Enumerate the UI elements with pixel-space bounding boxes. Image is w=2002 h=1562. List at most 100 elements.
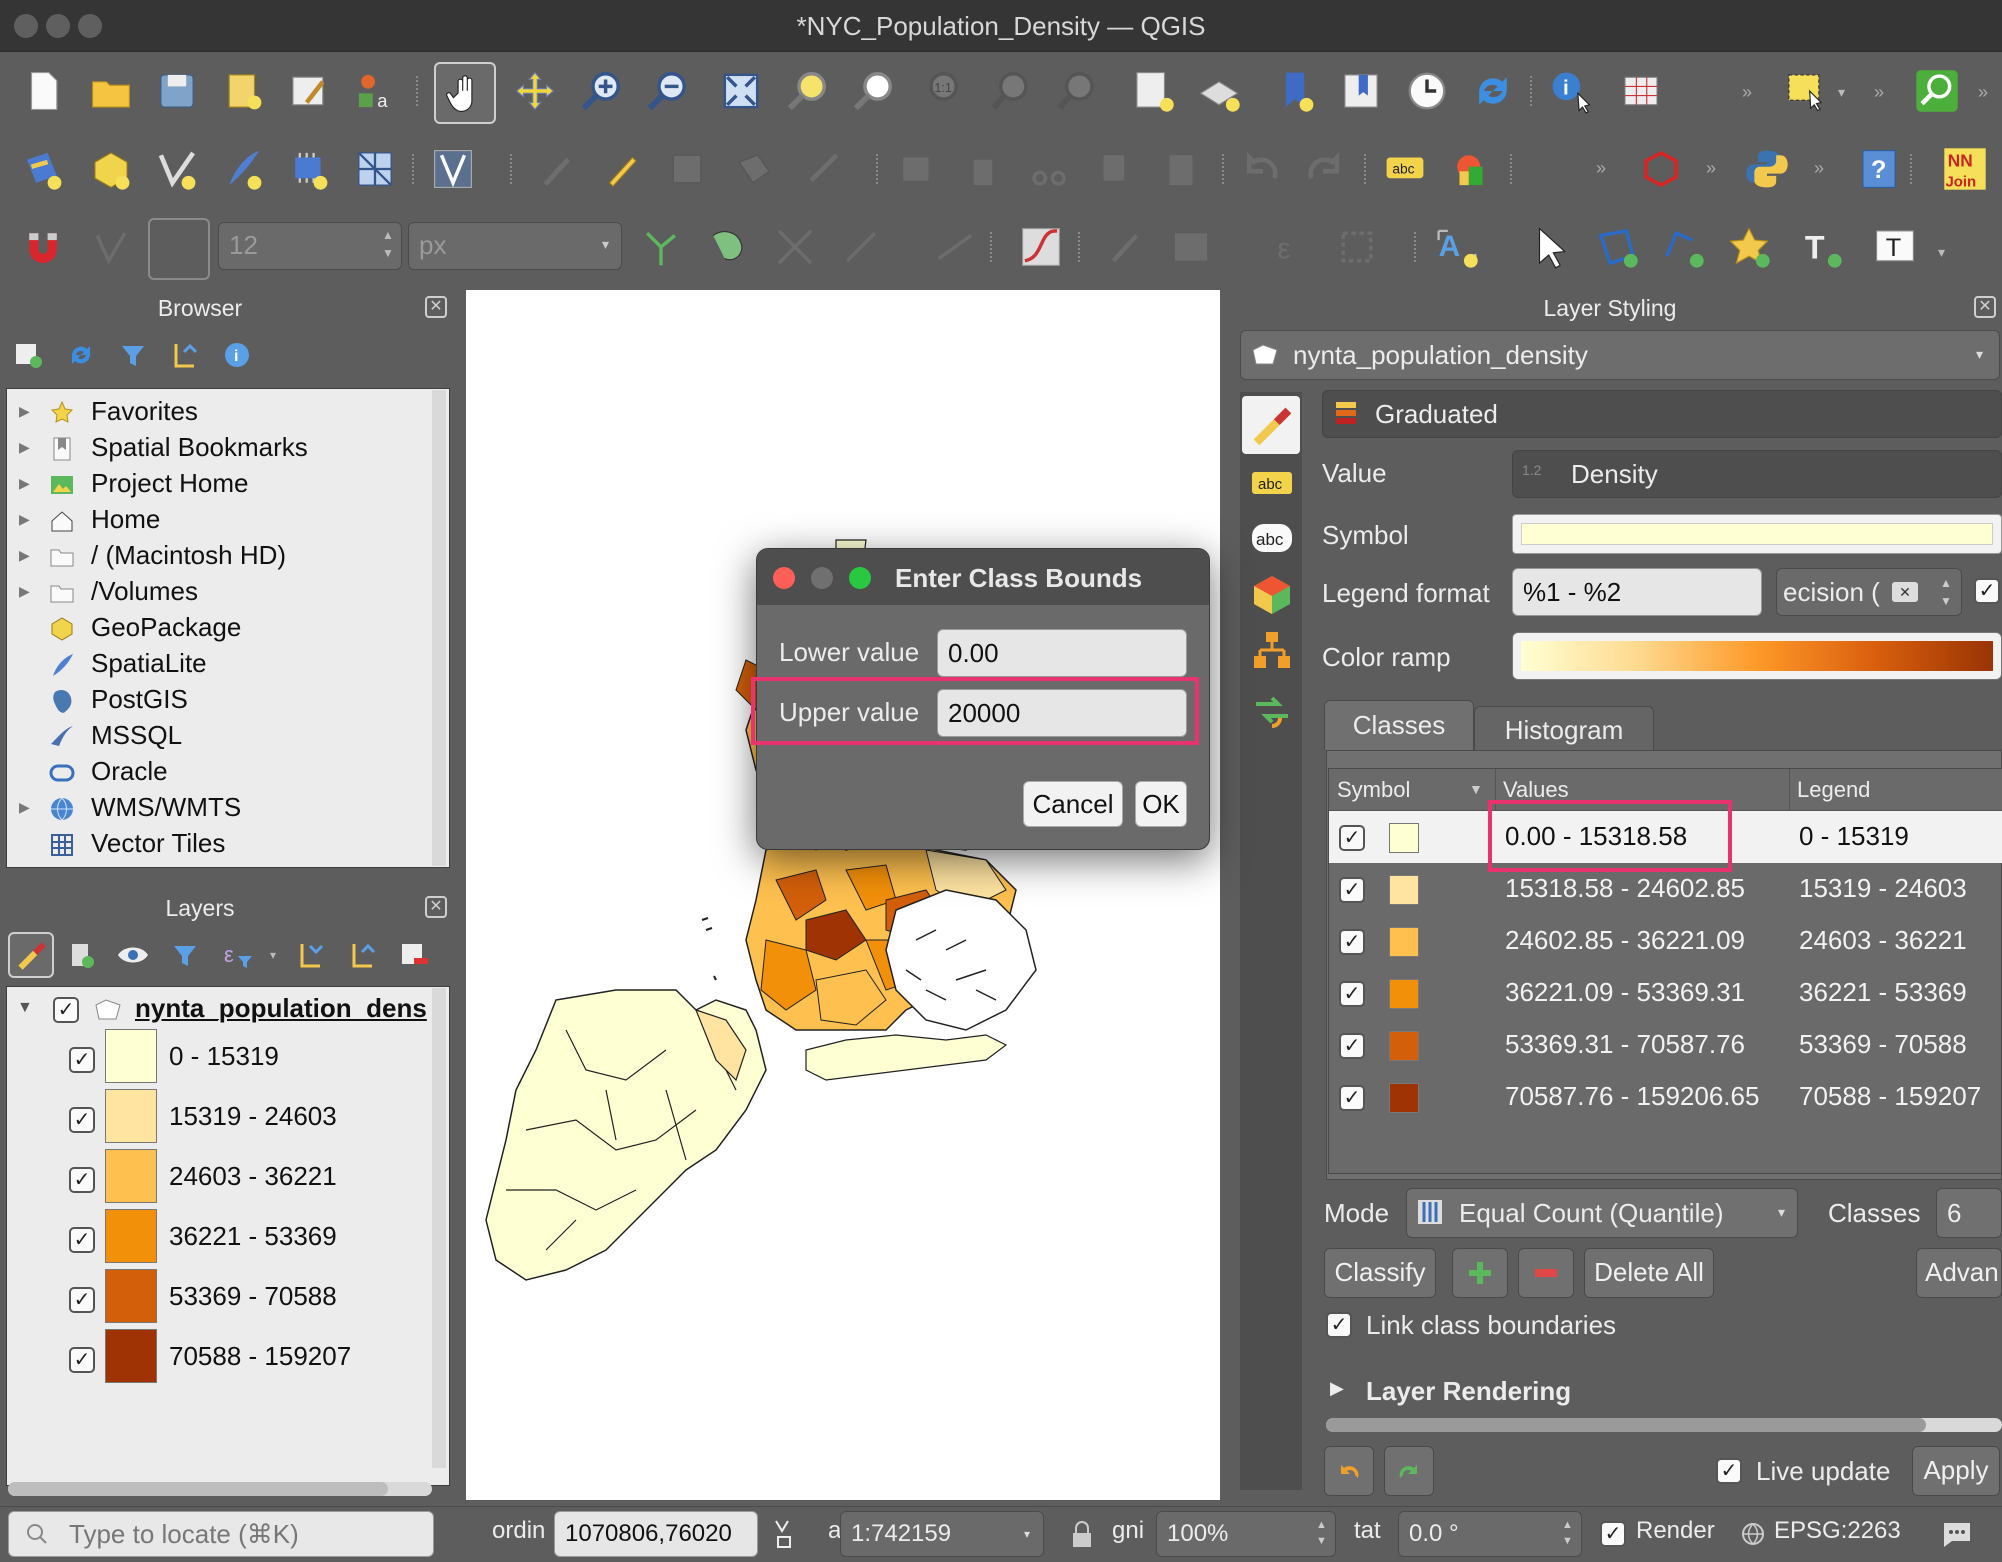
new-map-view-icon[interactable]: [1128, 66, 1178, 116]
class-values[interactable]: 36221.09 - 53369.31: [1505, 977, 1745, 1008]
renderer-select[interactable]: Graduated: [1322, 390, 2002, 438]
browser-item[interactable]: ▶ WMS/WMTS: [7, 789, 427, 825]
pan-map-icon[interactable]: [434, 62, 496, 124]
close-icon[interactable]: ✕: [1974, 296, 1996, 318]
classes-count-spinbox[interactable]: 6: [1936, 1188, 2002, 1238]
expand-arrow-icon[interactable]: ▶: [19, 429, 30, 465]
browser-item[interactable]: MSSQL: [7, 717, 427, 753]
legend-format-input[interactable]: %1 - %2: [1512, 568, 1762, 616]
layer-styling-toggle-icon[interactable]: [8, 932, 54, 978]
advanced-button[interactable]: Advan: [1916, 1248, 2002, 1298]
collapse-all-layers-icon[interactable]: [348, 940, 378, 970]
class-values[interactable]: 70587.76 - 159206.65: [1505, 1081, 1759, 1112]
class-visible-checkbox[interactable]: ✓: [1339, 877, 1365, 903]
browser-item[interactable]: Vector Tiles: [7, 825, 427, 861]
history-tab-icon[interactable]: [1250, 688, 1294, 732]
mode-select[interactable]: Equal Count (Quantile): [1406, 1188, 1798, 1238]
temporal-controller-icon[interactable]: [1402, 66, 1452, 116]
class-color-swatch[interactable]: [1389, 823, 1419, 853]
browser-item[interactable]: PostGIS: [7, 681, 427, 717]
manage-visibility-icon[interactable]: [116, 940, 150, 970]
collapse-arrow-icon[interactable]: ▶: [1330, 1378, 1344, 1399]
close-icon[interactable]: ✕: [425, 296, 447, 318]
add-class-icon[interactable]: [1452, 1248, 1508, 1298]
browser-scrollbar[interactable]: [432, 390, 446, 866]
legend-class-checkbox[interactable]: ✓: [69, 1107, 95, 1133]
expand-all-icon[interactable]: [296, 940, 326, 970]
layer-rendering-section[interactable]: Layer Rendering: [1366, 1376, 1571, 1407]
rotate-features-icon[interactable]: [1332, 222, 1382, 272]
tab-classes[interactable]: Classes: [1324, 700, 1474, 750]
add-line-annotation-icon[interactable]: [1658, 222, 1708, 272]
filter-browser-icon[interactable]: [118, 340, 148, 370]
text-annotation-icon[interactable]: T: [1870, 222, 1920, 272]
lock-scale-icon[interactable]: [1070, 1519, 1094, 1549]
layers-horizontal-scrollbar[interactable]: [8, 1482, 432, 1496]
browser-item[interactable]: ▶ Home: [7, 501, 427, 537]
snap-vertex-icon[interactable]: [86, 222, 136, 272]
clear-icon[interactable]: ✕: [1892, 582, 1918, 602]
add-text-annotation-icon[interactable]: T: [1796, 222, 1846, 272]
rotation-spinbox[interactable]: 0.0 °: [1398, 1511, 1582, 1557]
zoom-last-icon[interactable]: [986, 66, 1036, 116]
locator-search-input[interactable]: Type to locate (⌘K): [8, 1511, 434, 1557]
simplify-icon[interactable]: [1100, 222, 1150, 272]
class-visible-checkbox[interactable]: ✓: [1339, 929, 1365, 955]
reshape-icon[interactable]: [930, 222, 980, 272]
vertex-tool-icon[interactable]: [800, 144, 850, 194]
browser-item[interactable]: ▶ XYZ Tiles: [7, 861, 427, 867]
layout-manager-icon[interactable]: [284, 66, 334, 116]
add-marker-annotation-icon[interactable]: [1724, 222, 1774, 272]
label-toolbar-icon[interactable]: abc: [1380, 144, 1430, 194]
messages-icon[interactable]: [1940, 1519, 1974, 1549]
snap-tolerance-field[interactable]: 12: [218, 222, 402, 270]
upper-value-input[interactable]: 20000: [937, 689, 1187, 737]
layer-select[interactable]: nynta_population_density: [1240, 330, 2000, 380]
new-spatialite-layer-icon[interactable]: [218, 144, 268, 194]
apply-button[interactable]: Apply: [1912, 1446, 2000, 1496]
diagram-icon[interactable]: [1446, 144, 1496, 194]
expand-arrow-icon[interactable]: ▼: [17, 999, 33, 1017]
identify-features-icon[interactable]: i: [1546, 66, 1596, 116]
select-features-icon[interactable]: [1780, 66, 1830, 116]
expand-arrow-icon[interactable]: ▶: [19, 501, 30, 537]
remove-class-icon[interactable]: [1518, 1248, 1574, 1298]
filter-legend-icon[interactable]: [170, 940, 204, 970]
render-checkbox[interactable]: ✓: [1600, 1521, 1626, 1547]
add-selected-layers-icon[interactable]: [14, 340, 44, 370]
show-bookmarks-icon[interactable]: [1336, 66, 1386, 116]
tab-histogram[interactable]: Histogram: [1474, 706, 1654, 750]
crs-label[interactable]: EPSG:2263: [1774, 1517, 1901, 1545]
snapping-magnet-icon[interactable]: [18, 222, 68, 272]
remove-layer-icon[interactable]: [400, 940, 430, 970]
class-values[interactable]: 15318.58 - 24602.85: [1505, 873, 1745, 904]
legend-class-checkbox[interactable]: ✓: [69, 1227, 95, 1253]
select-label-icon[interactable]: [1526, 222, 1576, 272]
class-values[interactable]: 24602.85 - 36221.09: [1505, 925, 1745, 956]
data-source-manager-icon[interactable]: [18, 144, 68, 194]
add-group-icon[interactable]: [66, 940, 96, 970]
paste-features-icon[interactable]: [1156, 144, 1206, 194]
snap-units-select[interactable]: px: [408, 222, 622, 270]
open-project-icon[interactable]: [86, 66, 136, 116]
masks-tab-icon[interactable]: abc: [1250, 520, 1294, 556]
dialog-zoom-button[interactable]: [849, 567, 871, 589]
col-symbol[interactable]: Symbol: [1337, 777, 1410, 803]
class-color-swatch[interactable]: [1389, 979, 1419, 1009]
new-geopackage-layer-icon[interactable]: [86, 144, 136, 194]
browser-item[interactable]: ▶ Project Home: [7, 465, 427, 501]
current-edits-icon[interactable]: [530, 144, 580, 194]
class-row[interactable]: ✓ 53369.31 - 70587.76 53369 - 70588: [1329, 1019, 2002, 1071]
toggle-editing-icon[interactable]: [596, 144, 646, 194]
class-row[interactable]: ✓ 36221.09 - 53369.31 36221 - 53369: [1329, 967, 2002, 1019]
class-visible-checkbox[interactable]: ✓: [1339, 1033, 1365, 1059]
undo-icon[interactable]: [1238, 144, 1288, 194]
expand-arrow-icon[interactable]: ▶: [19, 861, 30, 867]
layers-vertical-scrollbar[interactable]: [432, 988, 446, 1468]
layer-name[interactable]: nynta_population_dens: [135, 993, 435, 1024]
coordinate-field[interactable]: 1070806,76020: [554, 1511, 758, 1557]
toggle-extents-icon[interactable]: [768, 1517, 798, 1551]
zoom-out-icon[interactable]: [642, 66, 692, 116]
add-polygon-icon[interactable]: [728, 144, 778, 194]
styling-horizontal-scrollbar[interactable]: [1326, 1418, 2002, 1432]
